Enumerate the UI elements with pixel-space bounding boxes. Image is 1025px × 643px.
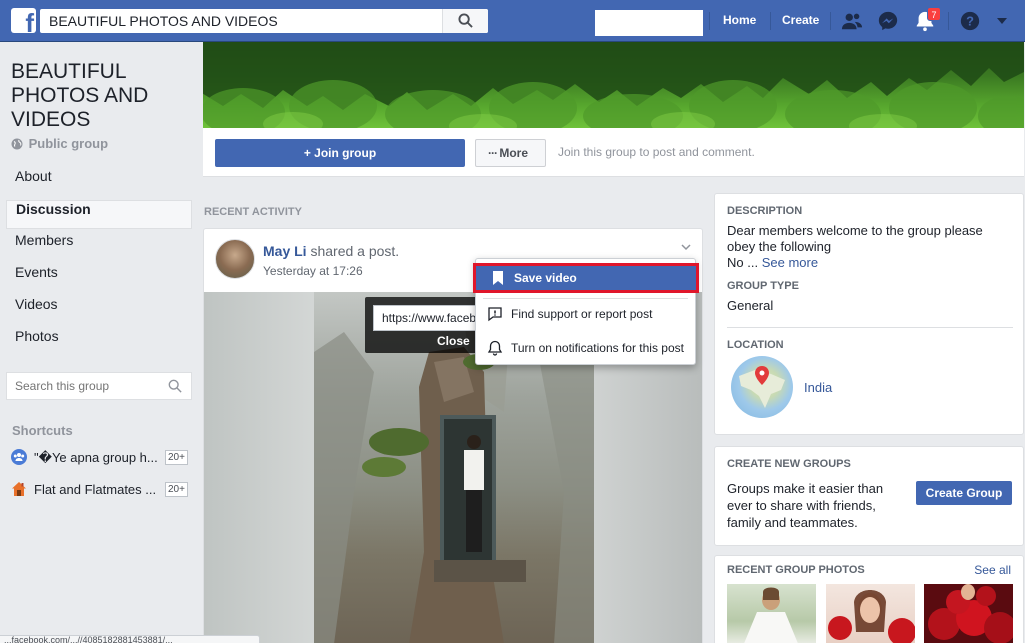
post-url-field[interactable]: https://www.faceb [373,305,477,331]
search-icon[interactable] [168,379,182,393]
globe-icon [11,138,23,150]
nav-divider [948,12,949,30]
nav-divider [830,12,831,30]
forest-canopy-image [203,42,1024,128]
notification-badge: 7 [927,7,941,21]
see-all-photos-link[interactable]: See all [974,563,1011,577]
report-post-menu-item[interactable]: Find support or report post [476,300,695,328]
save-video-menu-item[interactable]: Save video [473,263,699,293]
help-icon[interactable]: ? [959,10,981,32]
house-icon [12,482,26,496]
browser-status-bar: ...facebook.com/...//4085182881453881/..… [0,635,260,643]
join-hint-text: Join this group to post and comment. [558,145,755,159]
shortcut-count-badge: 20+ [165,450,188,465]
left-nav-photos[interactable]: Photos [6,328,192,357]
group-privacy: Public group [11,136,108,151]
bride-photo [744,587,798,643]
shortcut-label: Flat and Flatmates ... [34,482,157,497]
left-nav-about[interactable]: About [6,168,192,197]
woman-with-roses-photo [828,590,915,643]
recent-photos-title: RECENT GROUP PHOTOS [727,564,865,576]
close-link-button[interactable]: Close [437,334,470,348]
group-type-title: GROUP TYPE [727,280,799,292]
shortcut-item[interactable]: "�Ye apna group h... 20+ [11,447,189,469]
about-group-card: DESCRIPTION Dear members welcome to the … [714,193,1024,435]
report-icon [488,307,502,322]
shortcuts-title: Shortcuts [12,423,73,438]
group-icon [11,449,27,465]
top-navigation-bar: f Home Create 7 ? [0,0,1025,42]
search-button[interactable] [442,9,488,33]
recent-photo-thumbnail[interactable] [826,584,915,643]
description-text: Dear members welcome to the group please… [727,223,983,270]
profile-link[interactable] [595,10,703,36]
home-link[interactable]: Home [723,13,756,27]
more-button[interactable]: ··· More [475,139,546,167]
menu-divider [483,298,688,299]
location-map[interactable] [731,356,793,418]
bell-icon [487,340,503,356]
shortcut-count-badge: 20+ [165,482,188,497]
card-divider [727,327,1013,328]
account-menu-arrow-icon[interactable] [995,14,1009,28]
shortcut-label: "�Ye apna group h... [34,450,158,465]
bookmark-icon [493,271,503,285]
left-nav-videos[interactable]: Videos [6,296,192,325]
status-url: ...facebook.com/...//4085182881453881/..… [4,635,173,643]
recent-photo-thumbnail[interactable] [924,584,1013,643]
facebook-logo[interactable]: f [11,8,36,33]
group-name[interactable]: BEAUTIFUL PHOTOS AND VIDEOS [11,60,196,132]
create-link[interactable]: Create [782,13,819,27]
more-dots-icon: ··· [488,146,500,160]
recent-photo-thumbnail[interactable] [727,584,816,643]
red-roses-photo [928,584,1013,643]
global-search [40,9,488,33]
group-type-value: General [727,298,774,313]
messenger-icon[interactable] [877,10,899,32]
svg-text:?: ? [966,14,974,29]
group-search-input[interactable] [7,373,157,399]
friend-requests-icon[interactable] [841,10,863,32]
author-avatar[interactable] [215,239,255,279]
map-pin-icon [739,366,785,408]
group-privacy-label: Public group [28,136,109,151]
recent-activity-title: RECENT ACTIVITY [204,206,302,218]
join-group-button[interactable]: + Join group [215,139,465,167]
left-nav-discussion[interactable]: Discussion [6,200,192,229]
left-nav-events[interactable]: Events [6,264,192,293]
plus-icon: + [303,146,315,160]
see-more-link[interactable]: See more [762,255,818,270]
description-title: DESCRIPTION [727,205,803,217]
post-timestamp[interactable]: Yesterday at 17:26 [263,264,363,278]
recent-photos-card: RECENT GROUP PHOTOS See all [714,555,1024,643]
group-cover-photo[interactable] [203,42,1024,128]
group-action-bar: + Join group ··· More Join this group to… [203,128,1024,177]
nav-divider [770,12,771,30]
location-link[interactable]: India [804,380,832,395]
chevron-down-icon[interactable] [680,241,692,253]
create-groups-title: CREATE NEW GROUPS [727,458,851,470]
group-search [6,372,192,400]
location-title: LOCATION [727,339,784,351]
post-author-name[interactable]: May Li [263,243,307,259]
left-nav-members[interactable]: Members [6,232,192,261]
post-header: May Li shared a post. [263,243,399,259]
search-icon [458,13,473,28]
shortcut-item[interactable]: Flat and Flatmates ... 20+ [11,479,189,501]
create-groups-card: CREATE NEW GROUPS Groups make it easier … [714,446,1024,546]
nav-divider [709,12,710,30]
create-group-button[interactable]: Create Group [916,481,1012,505]
create-groups-text: Groups make it easier than ever to share… [727,481,884,530]
post-action-text: shared a post. [310,243,400,259]
copy-link-popup: https://www.faceb Close [365,297,477,353]
post-options-menu: Save video Find support or report post T… [473,258,699,365]
turn-on-notifications-menu-item[interactable]: Turn on notifications for this post [476,334,695,362]
global-search-input[interactable] [40,9,442,33]
